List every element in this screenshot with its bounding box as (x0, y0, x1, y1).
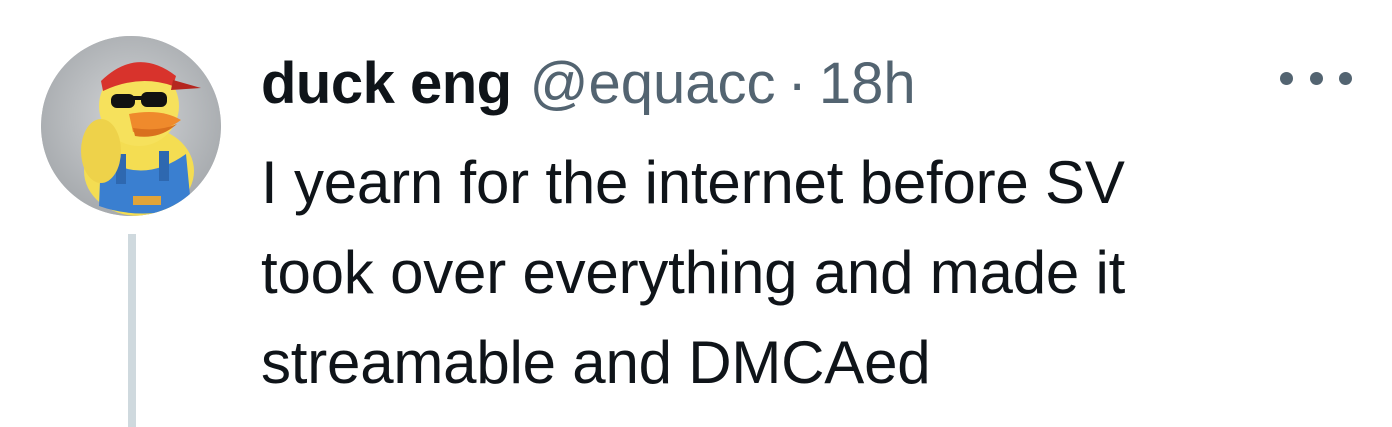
header-separator: · (787, 51, 807, 116)
tweet-timestamp[interactable]: 18h (819, 46, 916, 122)
avatar[interactable] (41, 36, 221, 216)
more-horizontal-icon (1280, 71, 1293, 85)
tweet: duck eng @equacc · 18h I yearn for the i… (0, 0, 1392, 427)
more-horizontal-icon-dot (1339, 71, 1352, 85)
tweet-header: duck eng @equacc · 18h (261, 46, 916, 122)
author-handle[interactable]: @equacc (530, 46, 776, 122)
author-display-name[interactable]: duck eng (261, 46, 512, 122)
thread-connector-line (128, 234, 136, 427)
more-options-button[interactable] (1276, 58, 1356, 98)
tweet-text: I yearn for the internet before SV took … (261, 149, 1126, 396)
more-horizontal-icon-dot (1309, 71, 1323, 85)
rubber-duck-avatar-icon (41, 36, 221, 216)
